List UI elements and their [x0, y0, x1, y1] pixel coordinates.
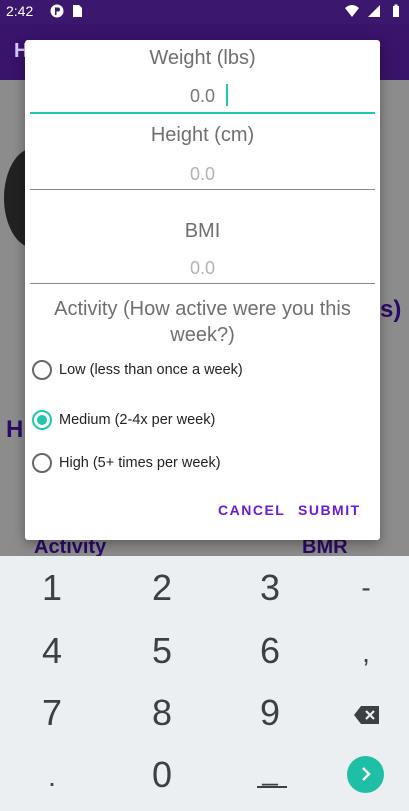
backspace-key[interactable] — [316, 682, 409, 744]
key-0[interactable]: 0 — [111, 744, 213, 806]
key-1[interactable]: 1 — [1, 557, 103, 619]
weight-underline — [30, 112, 375, 114]
key-7[interactable]: 7 — [1, 682, 103, 744]
key-8[interactable]: 8 — [111, 682, 213, 744]
battery-icon — [393, 4, 399, 17]
key-comma[interactable]: , — [315, 622, 409, 684]
backspace-icon — [354, 706, 379, 725]
signal-icon — [368, 5, 380, 17]
nav-handle — [257, 786, 287, 788]
wifi-icon — [345, 5, 359, 17]
bmi-input[interactable] — [30, 254, 375, 282]
bmi-label: BMI — [184, 220, 221, 242]
weight-label: Weight (lbs) — [149, 47, 256, 69]
background-right-fragment: s) — [380, 296, 402, 323]
height-underline — [30, 189, 375, 190]
activity-question: Activity (How active were you this week?… — [54, 298, 351, 346]
sd-card-icon — [73, 5, 82, 17]
status-bar: 2:42 — [0, 0, 409, 24]
submit-button[interactable]: SUBMIT — [298, 502, 361, 518]
chevron-right-icon — [362, 767, 371, 781]
bmi-underline — [30, 283, 375, 284]
height-input[interactable] — [30, 160, 375, 188]
cancel-button[interactable]: CANCEL — [218, 502, 285, 518]
radio-low-label: Low (less than once a week) — [59, 362, 243, 378]
key-5[interactable]: 5 — [111, 620, 213, 682]
radio-medium[interactable]: Medium (2-4x per week) — [32, 410, 215, 430]
next-button[interactable] — [347, 756, 384, 793]
input-dialog: Weight (lbs) Height (cm) BMI Activity (H… — [25, 40, 380, 540]
key-underscore[interactable]: _ — [219, 740, 321, 802]
key-6[interactable]: 6 — [219, 620, 321, 682]
radio-low[interactable]: Low (less than once a week) — [32, 360, 243, 380]
radio-high[interactable]: High (5+ times per week) — [32, 453, 221, 473]
height-label: Height (cm) — [150, 124, 255, 146]
system-icons — [345, 4, 403, 18]
key-3[interactable]: 3 — [219, 557, 321, 619]
radio-medium-label: Medium (2-4x per week) — [59, 412, 216, 428]
key-9[interactable]: 9 — [219, 682, 321, 744]
background-left-letter: H — [6, 416, 24, 443]
radio-high-indicator[interactable] — [32, 453, 52, 473]
weight-input[interactable] — [30, 82, 375, 110]
radio-low-indicator[interactable] — [32, 360, 52, 380]
key-2[interactable]: 2 — [111, 557, 213, 619]
text-cursor — [226, 84, 228, 106]
radio-high-label: High (5+ times per week) — [59, 455, 221, 471]
status-time: 2:42 — [6, 3, 34, 19]
radio-medium-indicator[interactable] — [32, 410, 52, 430]
key-4[interactable]: 4 — [1, 620, 103, 682]
key-minus[interactable]: - — [315, 557, 409, 619]
notification-icons — [50, 4, 84, 18]
app-notification-icon — [50, 4, 64, 18]
key-period[interactable]: . — [1, 746, 103, 808]
